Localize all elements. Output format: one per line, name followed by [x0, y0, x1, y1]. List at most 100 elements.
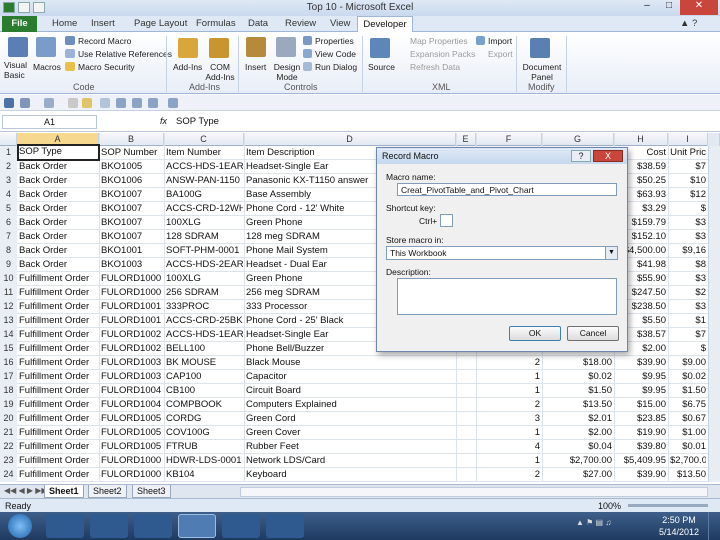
- cell-c[interactable]: BA100G: [166, 189, 243, 200]
- row-header[interactable]: 16: [0, 356, 17, 370]
- export-button[interactable]: Export: [488, 49, 513, 59]
- close-button[interactable]: ✕: [680, 0, 718, 15]
- tab-review[interactable]: Review: [285, 18, 316, 29]
- cell-i[interactable]: $6.75: [670, 399, 706, 410]
- cell-i[interactable]: Unit Pric: [670, 147, 706, 158]
- cell-a[interactable]: Fulfillment Order: [19, 469, 98, 480]
- cell-a[interactable]: Fulfillment Order: [19, 357, 98, 368]
- cell-i[interactable]: $13.50: [670, 469, 706, 480]
- cell-i[interactable]: $9,16: [670, 245, 706, 256]
- zoom-slider[interactable]: [628, 504, 708, 507]
- import-button[interactable]: Import: [488, 36, 512, 46]
- row-header[interactable]: 6: [0, 216, 17, 230]
- column-header-f[interactable]: F: [476, 133, 542, 146]
- select-all-button[interactable]: [0, 133, 17, 146]
- tab-page-layout[interactable]: Page Layout: [134, 18, 187, 29]
- cell-b[interactable]: BKO1006: [101, 175, 163, 186]
- print-icon[interactable]: [100, 98, 110, 108]
- cell-i[interactable]: $: [670, 343, 706, 354]
- map-properties-button[interactable]: Map Properties: [410, 36, 468, 46]
- cell-d[interactable]: Circuit Board: [246, 385, 454, 396]
- chart-icon[interactable]: [148, 98, 158, 108]
- cell-d[interactable]: Rubber Feet: [246, 441, 454, 452]
- cell-b[interactable]: FULORD1005: [101, 427, 163, 438]
- column-header-h[interactable]: H: [614, 133, 668, 146]
- internet-explorer-icon[interactable]: [46, 514, 84, 538]
- cell-i[interactable]: $0.02: [670, 371, 706, 382]
- customize-icon[interactable]: [168, 98, 178, 108]
- cell-a[interactable]: Back Order: [19, 189, 98, 200]
- cell-i[interactable]: $0.67: [670, 413, 706, 424]
- cell-b[interactable]: FULORD1005: [101, 441, 163, 452]
- cell-h[interactable]: $9.95: [616, 385, 666, 396]
- cell-b[interactable]: FULORD1000: [101, 469, 163, 480]
- open-icon[interactable]: [82, 98, 92, 108]
- undo-icon[interactable]: [20, 98, 30, 108]
- cell-a[interactable]: Fulfillment Order: [19, 273, 98, 284]
- store-macro-select[interactable]: This Workbook ▼: [386, 246, 618, 260]
- cell-c[interactable]: SOFT-PHM-0001: [166, 245, 243, 256]
- cell-i[interactable]: $7: [670, 329, 706, 340]
- relative-references-icon[interactable]: [65, 49, 75, 58]
- dialog-help-button[interactable]: ?: [571, 150, 591, 162]
- cell-c[interactable]: COMPBOOK: [166, 399, 243, 410]
- cell-f[interactable]: 3: [478, 413, 540, 424]
- cell-d[interactable]: Green Cover: [246, 427, 454, 438]
- row-header[interactable]: 9: [0, 258, 17, 272]
- cell-g[interactable]: $18.00: [544, 357, 612, 368]
- column-header-c[interactable]: C: [164, 133, 244, 146]
- cell-b[interactable]: FULORD1000: [101, 287, 163, 298]
- cell-a[interactable]: Fulfillment Order: [19, 343, 98, 354]
- tray-icons[interactable]: ▲ ⚑ ▤ ♫: [576, 518, 646, 532]
- cell-c[interactable]: FTRUB: [166, 441, 243, 452]
- tab-insert[interactable]: Insert: [91, 18, 115, 29]
- chevron-down-icon[interactable]: ▼: [605, 247, 617, 259]
- cell-a[interactable]: Back Order: [19, 203, 98, 214]
- cell-d[interactable]: Keyboard: [246, 469, 454, 480]
- cell-a[interactable]: Back Order: [19, 175, 98, 186]
- column-header-g[interactable]: G: [542, 133, 614, 146]
- cell-i[interactable]: $3: [670, 273, 706, 284]
- cell-i[interactable]: $1: [670, 315, 706, 326]
- cell-f[interactable]: 2: [478, 469, 540, 480]
- cell-a[interactable]: SOP Type: [17, 144, 100, 161]
- cell-b[interactable]: FULORD1000: [101, 455, 163, 466]
- row-header[interactable]: 23: [0, 454, 17, 468]
- cell-d[interactable]: Black Mouse: [246, 357, 454, 368]
- cell-h[interactable]: $9.95: [616, 371, 666, 382]
- cell-b[interactable]: FULORD1005: [101, 413, 163, 424]
- cell-g[interactable]: $0.02: [544, 371, 612, 382]
- cell-a[interactable]: Fulfillment Order: [19, 385, 98, 396]
- row-header[interactable]: 14: [0, 328, 17, 342]
- row-header[interactable]: 24: [0, 468, 17, 482]
- new-icon[interactable]: [68, 98, 78, 108]
- tab-data[interactable]: Data: [248, 18, 268, 29]
- formula-input[interactable]: SOP Type: [176, 116, 219, 127]
- cell-b[interactable]: FULORD1000: [101, 273, 163, 284]
- cell-b[interactable]: FULORD1002: [101, 329, 163, 340]
- cell-a[interactable]: Back Order: [19, 259, 98, 270]
- cell-a[interactable]: Fulfillment Order: [19, 441, 98, 452]
- add-ins-button[interactable]: Add-Ins: [173, 62, 202, 72]
- zoom-level[interactable]: 100%: [598, 501, 621, 511]
- column-header-i[interactable]: I: [668, 133, 708, 146]
- row-header[interactable]: 20: [0, 412, 17, 426]
- vertical-scrollbar[interactable]: [708, 133, 720, 146]
- insert-controls-icon[interactable]: [246, 37, 266, 57]
- name-box[interactable]: A1: [2, 115, 97, 129]
- row-header[interactable]: 22: [0, 440, 17, 454]
- sort-icon[interactable]: [116, 98, 126, 108]
- design-mode-button[interactable]: Design Mode: [272, 62, 302, 82]
- outlook-icon[interactable]: [266, 514, 304, 538]
- properties-icon[interactable]: [303, 36, 312, 45]
- cell-i[interactable]: $3: [670, 231, 706, 242]
- expansion-packs-button[interactable]: Expansion Packs: [410, 49, 475, 59]
- cell-c[interactable]: CAP100: [166, 371, 243, 382]
- row-header[interactable]: 18: [0, 384, 17, 398]
- tab-developer[interactable]: Developer: [357, 16, 413, 33]
- filter-icon[interactable]: [132, 98, 142, 108]
- shortcut-key-input[interactable]: [440, 214, 453, 227]
- cell-b[interactable]: FULORD1003: [101, 357, 163, 368]
- com-add-ins-icon[interactable]: [209, 38, 229, 58]
- cell-f[interactable]: 2: [478, 357, 540, 368]
